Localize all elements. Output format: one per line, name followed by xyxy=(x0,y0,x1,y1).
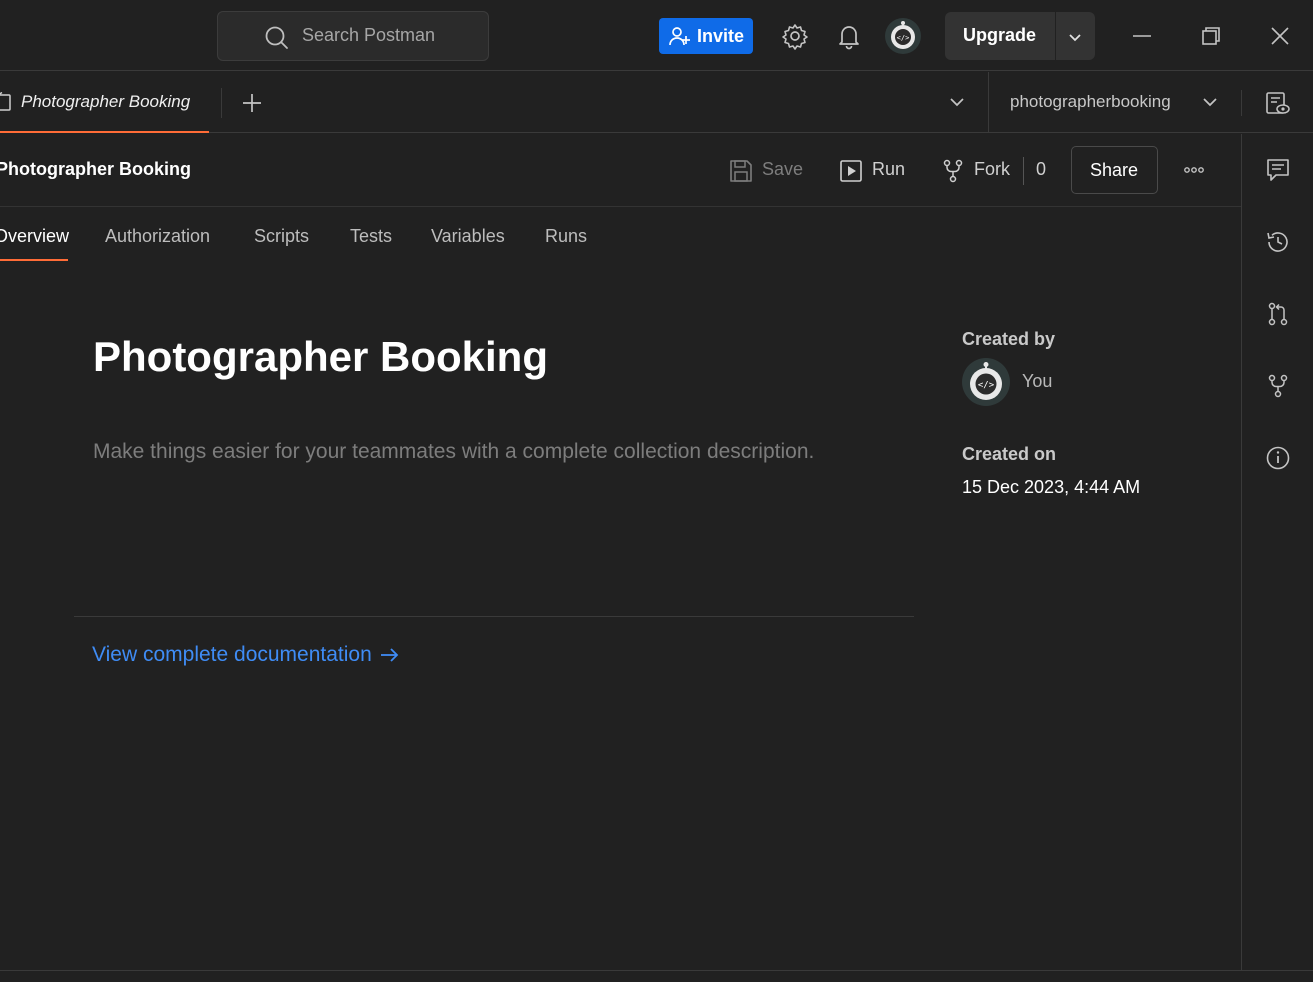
notifications-bell-icon[interactable] xyxy=(831,18,867,54)
created-on-label: Created on xyxy=(962,444,1057,464)
collection-description-placeholder[interactable]: Make things easier for your teammates wi… xyxy=(93,440,814,464)
add-user-icon xyxy=(669,26,691,46)
chevron-down-icon[interactable] xyxy=(1065,27,1085,47)
tab-overview[interactable]: Overview xyxy=(0,226,69,247)
upgrade-button[interactable]: Upgrade xyxy=(945,12,1095,60)
restore-window-icon[interactable] xyxy=(1193,18,1229,54)
svg-text:</>: </> xyxy=(978,381,995,391)
history-icon[interactable] xyxy=(1264,228,1292,256)
invite-label: Invite xyxy=(697,26,745,46)
environment-divider xyxy=(988,72,989,133)
fork-divider xyxy=(1023,157,1024,185)
collection-subtabs: Overview Authorization Scripts Tests Var… xyxy=(0,207,700,262)
right-sidebar-divider xyxy=(1241,134,1242,970)
created-on-value: 15 Dec 2023, 4:44 AM xyxy=(962,477,1141,497)
collection-header: Photographer Booking Save Run Fork 0 Sha… xyxy=(0,134,1241,207)
content-divider xyxy=(74,616,914,617)
tab-tests[interactable]: Tests xyxy=(350,226,392,247)
view-documentation-link[interactable]: View complete documentation xyxy=(92,643,400,667)
run-label: Run xyxy=(872,159,906,179)
tab-photographer-booking[interactable]: Photographer Booking xyxy=(0,72,209,133)
status-bar xyxy=(0,970,1313,982)
environment-quick-look-icon[interactable] xyxy=(1263,89,1291,117)
fork-icon xyxy=(940,158,966,184)
tab-label: Photographer Booking xyxy=(21,92,191,111)
environment-divider-2 xyxy=(1241,90,1242,116)
fork-label: Fork xyxy=(974,159,1010,179)
arrow-right-icon xyxy=(378,644,400,666)
search-input[interactable]: Search Postman xyxy=(217,11,489,61)
user-avatar[interactable]: </> xyxy=(885,18,921,54)
tab-bar: Photographer Booking photographerbooking xyxy=(0,72,1313,133)
invite-button[interactable]: Invite xyxy=(659,18,753,54)
forks-icon[interactable] xyxy=(1264,372,1292,400)
search-icon xyxy=(264,25,290,51)
run-play-icon xyxy=(838,158,864,184)
pull-request-icon[interactable] xyxy=(1264,300,1292,328)
active-tab-indicator xyxy=(0,259,68,261)
save-label: Save xyxy=(762,159,804,179)
collection-name[interactable]: Photographer Booking xyxy=(0,159,191,180)
creator-avatar: </> xyxy=(962,358,1010,406)
save-icon xyxy=(728,158,754,184)
collection-icon xyxy=(0,92,12,112)
minimize-window-icon[interactable] xyxy=(1124,18,1160,54)
view-documentation-label: View complete documentation xyxy=(92,643,372,666)
fork-count[interactable]: 0 xyxy=(1036,159,1046,180)
share-button[interactable]: Share xyxy=(1071,146,1158,194)
search-placeholder: Search Postman xyxy=(302,25,436,45)
upgrade-divider xyxy=(1055,12,1056,60)
share-label: Share xyxy=(1090,160,1139,180)
tab-variables[interactable]: Variables xyxy=(431,226,505,247)
tab-runs[interactable]: Runs xyxy=(545,226,587,247)
upgrade-label: Upgrade xyxy=(963,25,1037,45)
tab-scripts[interactable]: Scripts xyxy=(254,226,309,247)
info-icon[interactable] xyxy=(1264,444,1292,472)
title-bar: Search Postman Invite </> Upgrade xyxy=(0,0,1313,71)
creator-name: You xyxy=(1022,371,1053,391)
documentation-icon[interactable] xyxy=(1264,156,1292,184)
more-options-icon[interactable] xyxy=(1180,156,1208,184)
tab-authorization[interactable]: Authorization xyxy=(105,226,210,247)
collection-title[interactable]: Photographer Booking xyxy=(93,333,548,381)
tab-divider xyxy=(221,88,222,118)
tabs-overflow-chevron-icon[interactable] xyxy=(946,91,968,113)
new-tab-plus-icon[interactable] xyxy=(238,89,266,117)
close-window-icon[interactable] xyxy=(1262,18,1298,54)
environment-selector[interactable]: photographerbooking xyxy=(1010,92,1171,112)
fork-button[interactable]: Fork 0 xyxy=(940,157,1050,185)
created-by-label: Created by xyxy=(962,329,1056,349)
settings-gear-icon[interactable] xyxy=(777,18,813,54)
environment-chevron-down-icon[interactable] xyxy=(1199,91,1221,113)
svg-text:</>: </> xyxy=(897,34,910,42)
